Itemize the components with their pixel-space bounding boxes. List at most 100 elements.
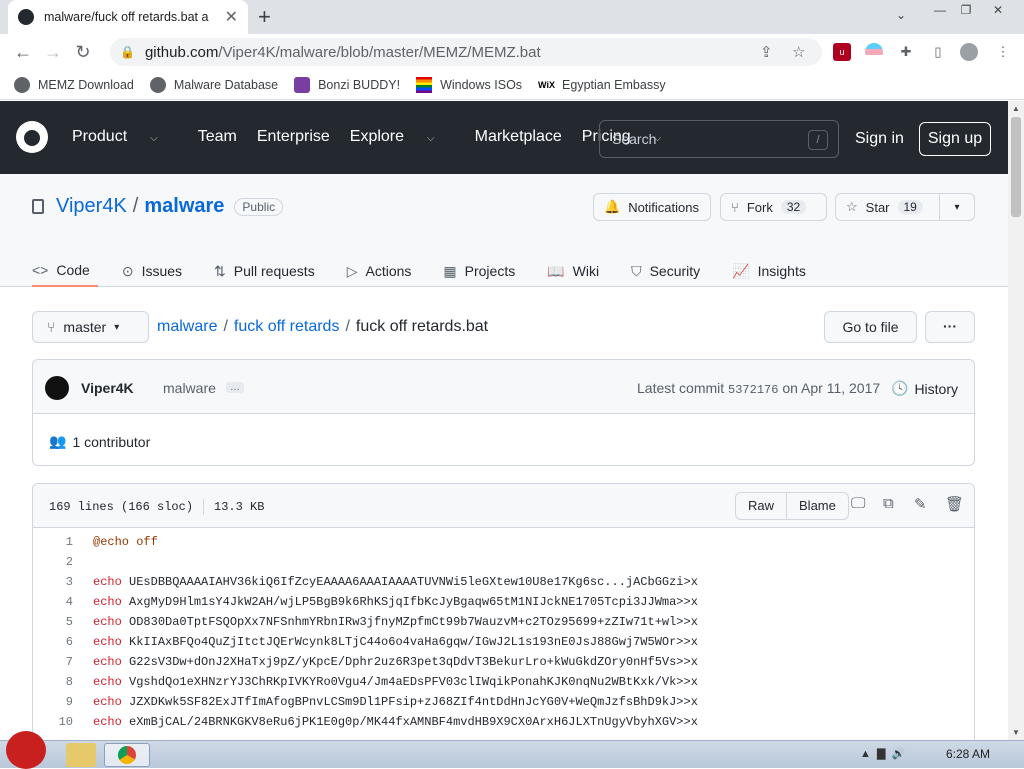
github-logo-icon[interactable]: [16, 121, 48, 153]
file-header: 169 lines (166 sloc) 13.3 KB Raw Blame 🖵 …: [33, 484, 974, 528]
line-number[interactable]: 6: [33, 635, 73, 649]
bookmark-egyptian-embassy[interactable]: WiX Egyptian Embassy: [538, 77, 666, 93]
browser-tab-strip: malware/fuck off retards.bat a ✕ + ⌄ — ❐…: [0, 0, 1024, 34]
line-content: echo OD830Da0TptFSQOpXx7NFSnhmYRbnIRw3jf…: [93, 615, 698, 629]
line-number[interactable]: 4: [33, 595, 73, 609]
back-icon[interactable]: ←: [8, 42, 38, 63]
line-number[interactable]: 7: [33, 655, 73, 669]
go-to-file-button[interactable]: Go to file: [824, 311, 917, 343]
extensions-puzzle-icon[interactable]: ✚: [897, 43, 915, 61]
trash-icon[interactable]: 🗑: [945, 495, 964, 513]
issues-icon: ⊙: [121, 262, 134, 279]
commit-sha-link[interactable]: 5372176: [728, 383, 778, 397]
tab-security[interactable]: ⛉ Security: [631, 255, 708, 287]
bookmark-memz-download[interactable]: MEMZ Download: [14, 76, 134, 93]
code-line: 7 echo G22sV3Dw+dOnJ2XHaTxj9pZ/yKpcE/Dphr…: [33, 652, 974, 672]
line-number[interactable]: 2: [33, 555, 73, 569]
file-info: 169 lines (166 sloc) 13.3 KB: [49, 499, 265, 515]
latest-commit-info: Latest commit 5372176 on Apr 11, 2017: [637, 380, 881, 397]
tab-code[interactable]: <> Code: [32, 255, 98, 287]
line-number[interactable]: 9: [33, 695, 73, 709]
explorer-taskbar-icon[interactable]: [66, 743, 96, 767]
chrome-taskbar-icon[interactable]: [104, 743, 150, 767]
wix-icon: WiX: [538, 79, 555, 90]
more-options-button[interactable]: ···: [925, 311, 975, 343]
profile-avatar-icon[interactable]: [960, 43, 978, 61]
side-panel-icon[interactable]: ▯: [929, 43, 947, 61]
nav-product[interactable]: Product ⌵: [72, 128, 178, 146]
commit-message[interactable]: malware: [163, 380, 216, 396]
nav-team[interactable]: Team: [198, 128, 237, 146]
new-tab-button[interactable]: +: [258, 4, 271, 30]
history-icon: 🕓: [891, 380, 909, 396]
close-tab-icon[interactable]: ✕: [225, 7, 238, 27]
tab-actions[interactable]: ▷ Actions: [347, 255, 420, 287]
blame-button[interactable]: Blame: [786, 493, 848, 519]
notifications-button[interactable]: 🔔 Notifications: [593, 193, 711, 221]
line-number[interactable]: 8: [33, 675, 73, 689]
star-dropdown-chevron-icon[interactable]: ▾: [939, 193, 975, 221]
share-icon[interactable]: ⇪: [760, 43, 773, 61]
search-input[interactable]: Search /: [599, 120, 839, 158]
avatar[interactable]: [45, 376, 69, 400]
breadcrumb-repo-link[interactable]: malware: [157, 318, 217, 335]
github-header: Product ⌵ Team Enterprise Explore ⌵ Market…: [0, 101, 1008, 174]
scroll-up-icon[interactable]: ▲: [1012, 104, 1020, 113]
line-number[interactable]: 1: [33, 535, 73, 549]
bookmark-bonzi-buddy[interactable]: Bonzi BUDDY!: [294, 76, 400, 93]
tab-projects[interactable]: ▦ Projects: [443, 255, 523, 287]
expand-commit-button[interactable]: …: [226, 382, 244, 393]
line-number[interactable]: 5: [33, 615, 73, 629]
nav-marketplace[interactable]: Marketplace: [475, 128, 562, 146]
url-text[interactable]: github.com/Viper4K/malware/blob/master/M…: [145, 44, 541, 61]
pencil-icon[interactable]: ✎: [914, 495, 927, 513]
clock[interactable]: 6:28 AM: [946, 747, 990, 761]
nav-enterprise[interactable]: Enterprise: [257, 128, 330, 146]
line-content: echo UEsDBBQAAAAIAHV36kiQ6IfZcyEAAAA6AAA…: [93, 575, 698, 589]
restore-icon[interactable]: ❐: [954, 0, 978, 20]
bookmark-star-icon[interactable]: ☆: [792, 43, 805, 61]
branch-selector[interactable]: ⑂ master ▾: [32, 311, 149, 343]
raw-button[interactable]: Raw: [736, 493, 786, 519]
tab-insights[interactable]: 📈 Insights: [732, 255, 814, 287]
code-line: 8 echo VgshdQo1eXHNzrYJ3ChRKpIVKYRo0Vgu4/…: [33, 672, 974, 692]
line-number[interactable]: 10: [33, 715, 73, 729]
nav-explore[interactable]: Explore ⌵: [350, 128, 455, 146]
forward-icon[interactable]: →: [38, 42, 68, 63]
scrollbar-thumb[interactable]: [1011, 117, 1021, 217]
address-bar[interactable]: 🔒 github.com/Viper4K/malware/blob/master…: [110, 38, 822, 66]
bookmark-malware-database[interactable]: Malware Database: [149, 76, 278, 93]
scroll-down-icon[interactable]: ▼: [1012, 728, 1020, 737]
flag-extension-icon[interactable]: [865, 43, 883, 61]
tab-pull-requests[interactable]: ⇅ Pull requests: [214, 255, 323, 287]
history-link[interactable]: 🕓 History: [891, 380, 958, 397]
browser-menu-icon[interactable]: ⋮: [994, 43, 1012, 61]
tray-icons[interactable]: ▲ ▇ 🔊: [860, 747, 905, 760]
reload-icon[interactable]: ↻: [68, 42, 98, 63]
sign-in-link[interactable]: Sign in: [855, 130, 904, 148]
ublock-extension-icon[interactable]: u: [833, 43, 851, 61]
desktop-icon[interactable]: 🖵: [851, 495, 865, 512]
fork-icon: ⑂: [731, 199, 739, 215]
copy-icon[interactable]: ⧉: [883, 495, 894, 512]
repo-owner-link[interactable]: Viper4K: [56, 195, 127, 218]
lock-icon[interactable]: 🔒: [120, 45, 135, 59]
star-button[interactable]: ☆ Star 19: [835, 193, 940, 221]
minimize-icon[interactable]: —: [928, 0, 952, 20]
page-scrollbar[interactable]: ▲ ▼: [1008, 101, 1024, 740]
fork-button[interactable]: ⑂ Fork 32: [720, 193, 827, 221]
tab-search-chevron-icon[interactable]: ⌄: [896, 8, 906, 22]
repo-name-link[interactable]: malware: [144, 195, 224, 218]
line-number[interactable]: 3: [33, 575, 73, 589]
start-button-icon[interactable]: [6, 731, 46, 769]
contributors-link[interactable]: 👥 1 contributor: [49, 433, 150, 450]
tab-wiki[interactable]: 📖 Wiki: [547, 255, 607, 287]
breadcrumb-dir-link[interactable]: fuck off retards: [234, 318, 340, 335]
chevron-down-icon: ▾: [114, 321, 120, 333]
sign-up-button[interactable]: Sign up: [919, 122, 991, 156]
bookmark-windows-isos[interactable]: Windows ISOs: [416, 76, 522, 93]
close-window-icon[interactable]: ✕: [984, 0, 1012, 20]
tab-issues[interactable]: ⊙ Issues: [122, 255, 190, 287]
browser-tab[interactable]: malware/fuck off retards.bat a ✕: [8, 0, 248, 34]
commit-author[interactable]: Viper4K: [81, 380, 134, 396]
